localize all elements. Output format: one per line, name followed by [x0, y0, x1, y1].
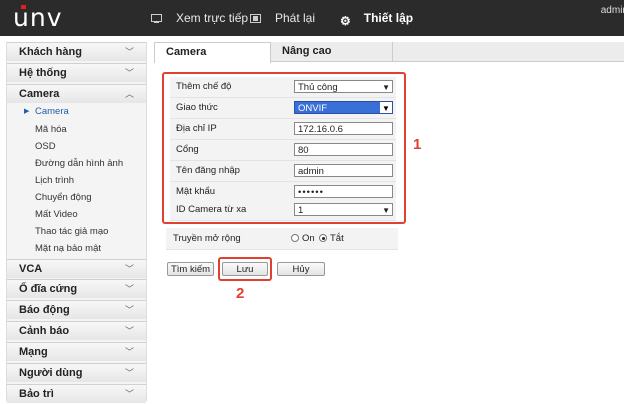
chevron-down-icon: ▼ — [382, 206, 390, 215]
chevron-down-icon: ﹀ — [124, 347, 134, 357]
chevron-down-icon: ﹀ — [124, 264, 134, 274]
protocol-value: ONVIF — [298, 103, 328, 114]
sidebar-sub-schedule[interactable]: Lịch trình — [35, 175, 74, 186]
annotation-number-2: 2 — [236, 285, 245, 302]
nav-playback[interactable]: Phát lại — [250, 0, 315, 36]
chevron-down-icon: ▼ — [382, 83, 390, 92]
remote-id-select[interactable]: 1 ▼ — [294, 203, 393, 216]
film-icon — [250, 13, 261, 23]
sidebar-label: Camera — [19, 88, 60, 100]
sidebar-item-users[interactable]: Người dùng ﹀ — [7, 363, 146, 382]
search-button[interactable]: Tìm kiếm — [167, 262, 214, 276]
extended-label: Truyền mở rộng — [173, 233, 241, 244]
logo-accent — [21, 5, 26, 9]
sidebar-label: Người dùng — [19, 367, 83, 379]
sidebar-sub-image-path[interactable]: Đường dẫn hình ảnh — [35, 158, 123, 169]
nav-setup[interactable]: ⚙ Thiết lập — [340, 0, 413, 36]
sidebar-sub-osd[interactable]: OSD — [35, 141, 56, 152]
radio-off-label: Tắt — [330, 233, 344, 244]
row-port: Cổng 80 — [170, 140, 396, 161]
radio-circle-selected — [319, 234, 327, 242]
user-name[interactable]: admin — [601, 5, 624, 16]
unv-logo: unv — [13, 3, 62, 32]
sidebar-sub-video-loss[interactable]: Mất Video — [35, 209, 78, 220]
gear-icon: ⚙ — [340, 13, 351, 28]
sidebar-item-alarm[interactable]: Báo động ﹀ — [7, 300, 146, 319]
sidebar-label: Ổ đĩa cứng — [19, 283, 78, 295]
sidebar-item-camera[interactable]: Camera ︿ — [7, 84, 146, 103]
sidebar-sub-privacy-mask[interactable]: Mặt nạ bảo mật — [35, 243, 101, 254]
sidebar-item-customer[interactable]: Khách hàng ﹀ — [7, 42, 146, 61]
chevron-down-icon: ﹀ — [124, 284, 134, 294]
chevron-down-icon: ▼ — [380, 102, 392, 113]
nav-live-view[interactable]: Xem trực tiếp — [151, 0, 248, 36]
chevron-down-icon: ﹀ — [124, 68, 134, 78]
sidebar-item-hdd[interactable]: Ổ đĩa cứng ﹀ — [7, 279, 146, 298]
sidebar-item-maintenance[interactable]: Bảo trì ﹀ — [7, 384, 146, 403]
sidebar-sub-tamper[interactable]: Thao tác giả mạo — [35, 226, 108, 237]
ip-input[interactable]: 172.16.0.6 — [294, 122, 393, 135]
protocol-label: Giao thức — [176, 102, 218, 113]
add-mode-label: Thêm chế độ — [176, 81, 232, 92]
sidebar-label: Mạng — [19, 346, 48, 358]
sidebar-label: Bảo trì — [19, 388, 54, 400]
tab-advanced[interactable]: Nâng cao — [271, 42, 393, 61]
ip-label: Địa chỉ IP — [176, 123, 217, 134]
radio-on[interactable]: On — [291, 233, 315, 244]
password-label: Mật khẩu — [176, 186, 216, 197]
radio-on-label: On — [302, 233, 315, 244]
sidebar-item-system[interactable]: Hệ thống ﹀ — [7, 63, 146, 82]
username-label: Tên đăng nhập — [176, 165, 240, 176]
row-remote-id: ID Camera từ xa 1 ▼ — [170, 200, 396, 221]
sidebar-sub-label: Camera — [35, 106, 69, 117]
username-input[interactable]: admin — [294, 164, 393, 177]
password-input[interactable]: •••••• — [294, 185, 393, 198]
remote-id-value: 1 — [298, 205, 304, 216]
tab-camera[interactable]: Camera — [154, 42, 271, 63]
sidebar: Khách hàng ﹀ Hệ thống ﹀ Camera ︿ ▶ Camera Mã… — [6, 42, 147, 403]
tab-bar: Camera Nâng cao — [154, 42, 624, 63]
monitor-icon — [151, 13, 162, 23]
sidebar-item-vca[interactable]: VCA ﹀ — [7, 259, 146, 278]
nav-playback-label: Phát lại — [275, 11, 316, 25]
sidebar-sub-encoding[interactable]: Mã hóa — [35, 124, 67, 135]
chevron-down-icon: ﹀ — [124, 326, 134, 336]
save-button[interactable]: Lưu — [222, 262, 268, 276]
chevron-down-icon: ﹀ — [124, 47, 134, 57]
chevron-down-icon: ﹀ — [124, 389, 134, 399]
sidebar-sub-camera[interactable]: ▶ Camera — [24, 106, 69, 117]
caret-right-icon: ▶ — [24, 108, 30, 115]
chevron-up-icon: ︿ — [124, 89, 134, 99]
annotation-number-1: 1 — [413, 136, 422, 153]
sidebar-sub-motion[interactable]: Chuyển động — [35, 192, 92, 203]
row-add-mode: Thêm chế độ Thủ công ▼ — [170, 77, 396, 98]
protocol-select[interactable]: ONVIF ▼ — [294, 101, 393, 114]
top-bar: unv Xem trực tiếp Phát lại ⚙ Thiết lập a… — [0, 0, 624, 36]
sidebar-label: Báo động — [19, 304, 70, 316]
sidebar-label: Cảnh báo — [19, 325, 70, 337]
nav-live-view-label: Xem trực tiếp — [176, 11, 249, 25]
port-label: Cổng — [176, 144, 199, 155]
sidebar-label: Hệ thống — [19, 67, 67, 79]
chevron-down-icon: ﹀ — [124, 305, 134, 315]
radio-off[interactable]: Tắt — [319, 233, 344, 244]
nav-setup-label: Thiết lập — [363, 11, 414, 25]
add-mode-value: Thủ công — [298, 82, 338, 93]
add-mode-select[interactable]: Thủ công ▼ — [294, 80, 393, 93]
row-username: Tên đăng nhập admin — [170, 161, 396, 182]
row-ip: Địa chỉ IP 172.16.0.6 — [170, 119, 396, 140]
sidebar-item-network[interactable]: Mạng ﹀ — [7, 342, 146, 361]
port-input[interactable]: 80 — [294, 143, 393, 156]
radio-circle — [291, 234, 299, 242]
sidebar-label: VCA — [19, 263, 43, 275]
row-protocol: Giao thức ONVIF ▼ — [170, 98, 396, 119]
chevron-down-icon: ﹀ — [124, 368, 134, 378]
remote-id-label: ID Camera từ xa — [176, 204, 247, 215]
sidebar-label: Khách hàng — [19, 46, 82, 58]
cancel-button[interactable]: Hủy — [277, 262, 325, 276]
row-extended-transmission: Truyền mở rộng On Tắt — [166, 228, 398, 250]
sidebar-item-warning[interactable]: Cảnh báo ﹀ — [7, 321, 146, 340]
camera-form-highlight: Thêm chế độ Thủ công ▼ Giao thức ONVIF ▼ Đ… — [162, 72, 406, 224]
